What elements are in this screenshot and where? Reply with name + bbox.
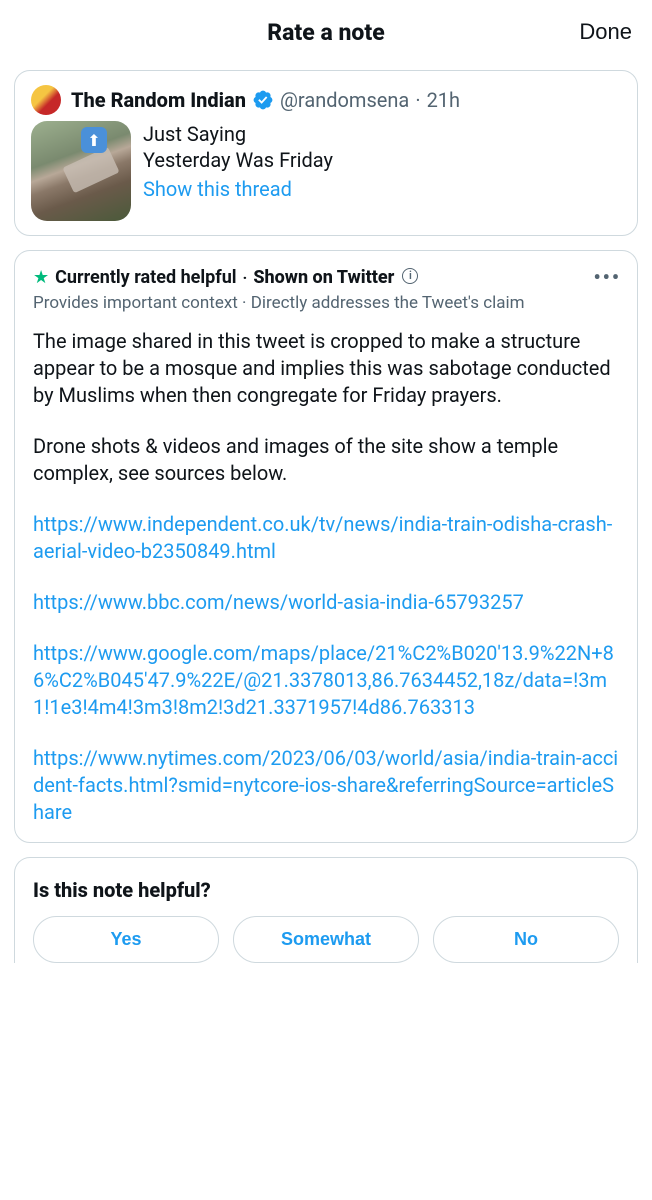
feedback-yes-button[interactable]: Yes bbox=[33, 916, 219, 963]
modal-header: Rate a note Done bbox=[0, 0, 652, 64]
info-icon[interactable]: i bbox=[402, 268, 418, 284]
status-shown: Shown on Twitter bbox=[253, 267, 394, 288]
feedback-somewhat-button[interactable]: Somewhat bbox=[233, 916, 419, 963]
feedback-no-button[interactable]: No bbox=[433, 916, 619, 963]
note-reasons: Provides important context · Directly ad… bbox=[33, 292, 619, 314]
feedback-card: Is this note helpful? Yes Somewhat No bbox=[14, 857, 638, 963]
tweet-image-thumbnail[interactable]: ⬆ bbox=[31, 121, 131, 221]
tweet-text-wrap: Just Saying Yesterday Was Friday Show th… bbox=[143, 121, 333, 221]
note-paragraph: The image shared in this tweet is croppe… bbox=[33, 328, 619, 409]
page-title: Rate a note bbox=[267, 19, 384, 46]
tweet-card[interactable]: The Random Indian @randomsena · 21h ⬆ Ju… bbox=[14, 70, 638, 236]
verified-badge-icon bbox=[252, 89, 274, 111]
status-separator: · bbox=[243, 268, 248, 287]
user-handle: @randomsena bbox=[280, 88, 409, 112]
done-button[interactable]: Done bbox=[579, 19, 632, 45]
tweet-text-line: Yesterday Was Friday bbox=[143, 147, 333, 173]
source-link[interactable]: https://www.nytimes.com/2023/06/03/world… bbox=[33, 746, 618, 824]
star-icon: ★ bbox=[33, 267, 49, 288]
tweet-text-line: Just Saying bbox=[143, 121, 333, 147]
source-link[interactable]: https://www.independent.co.uk/tv/news/in… bbox=[33, 512, 612, 563]
community-note-card: ★ Currently rated helpful · Shown on Twi… bbox=[14, 250, 638, 843]
display-name: The Random Indian bbox=[71, 88, 246, 112]
note-paragraph: Drone shots & videos and images of the s… bbox=[33, 433, 619, 487]
up-arrow-icon: ⬆ bbox=[81, 127, 107, 153]
avatar[interactable] bbox=[31, 85, 61, 115]
note-body: The image shared in this tweet is croppe… bbox=[33, 328, 619, 826]
tweet-body: ⬆ Just Saying Yesterday Was Friday Show … bbox=[31, 121, 621, 221]
more-menu-button[interactable]: ••• bbox=[593, 265, 621, 289]
source-link[interactable]: https://www.bbc.com/news/world-asia-indi… bbox=[33, 590, 524, 614]
separator: · bbox=[415, 88, 420, 112]
feedback-question: Is this note helpful? bbox=[33, 878, 619, 902]
timestamp: 21h bbox=[427, 88, 461, 112]
status-helpful: Currently rated helpful bbox=[55, 267, 236, 288]
tweet-header: The Random Indian @randomsena · 21h bbox=[31, 85, 621, 115]
source-link[interactable]: https://www.google.com/maps/place/21%C2%… bbox=[33, 641, 614, 719]
feedback-buttons: Yes Somewhat No bbox=[33, 916, 619, 963]
show-thread-link[interactable]: Show this thread bbox=[143, 177, 292, 201]
note-status-row: ★ Currently rated helpful · Shown on Twi… bbox=[33, 267, 619, 288]
